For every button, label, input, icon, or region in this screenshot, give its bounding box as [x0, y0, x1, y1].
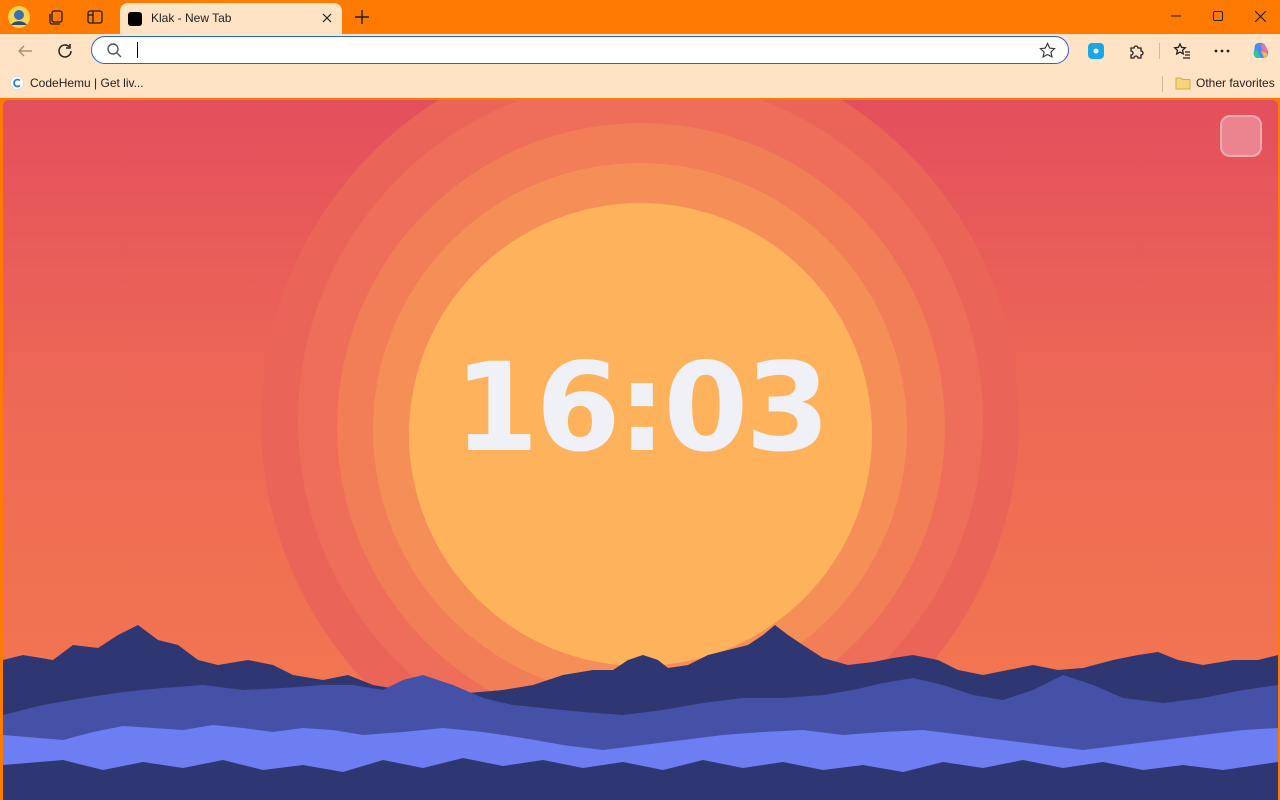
title-bar: Klak - New Tab [0, 0, 1280, 34]
copilot-icon[interactable] [1249, 39, 1273, 63]
search-icon [106, 42, 122, 63]
new-tab-page: 16:03 [3, 100, 1278, 800]
toolbar [0, 34, 1280, 68]
minimize-icon[interactable] [1155, 0, 1197, 32]
favorite-label: CodeHemu | Get liv... [30, 76, 144, 90]
text-caret [137, 42, 138, 58]
klak-favicon-icon [128, 12, 142, 26]
tab-title: Klak - New Tab [151, 11, 232, 25]
refresh-icon[interactable] [52, 38, 78, 64]
workspaces-icon[interactable] [44, 5, 68, 29]
favorites-bar: CodeHemu | Get liv... Other favorites [0, 68, 1280, 98]
folder-icon [1175, 76, 1191, 90]
tab-klak-new-tab[interactable]: Klak - New Tab [120, 3, 342, 34]
maximize-icon[interactable] [1197, 0, 1239, 32]
new-tab-icon[interactable] [350, 5, 374, 29]
favorites-icon[interactable] [1170, 39, 1194, 63]
address-bar[interactable] [91, 36, 1069, 64]
other-favorites-label: Other favorites [1196, 76, 1275, 90]
codehemu-favicon-icon [10, 76, 24, 90]
vertical-tabs-icon[interactable] [83, 5, 107, 29]
favorite-star-icon[interactable] [1039, 42, 1056, 64]
profile-avatar-icon[interactable] [7, 5, 31, 29]
other-favorites-folder[interactable]: Other favorites [1175, 74, 1275, 92]
favorite-codehemu[interactable]: CodeHemu | Get liv... [10, 74, 144, 92]
more-options-icon[interactable] [1210, 39, 1234, 63]
extension-icon[interactable] [1084, 39, 1108, 63]
favorites-divider [1162, 76, 1163, 92]
close-window-icon[interactable] [1239, 0, 1280, 32]
tab-close-icon[interactable] [318, 9, 336, 27]
back-icon[interactable] [12, 38, 38, 64]
extensions-puzzle-icon[interactable] [1125, 39, 1149, 63]
toolbar-divider [1159, 43, 1160, 59]
mountain-landscape [3, 625, 1278, 800]
address-input[interactable] [136, 41, 1020, 61]
